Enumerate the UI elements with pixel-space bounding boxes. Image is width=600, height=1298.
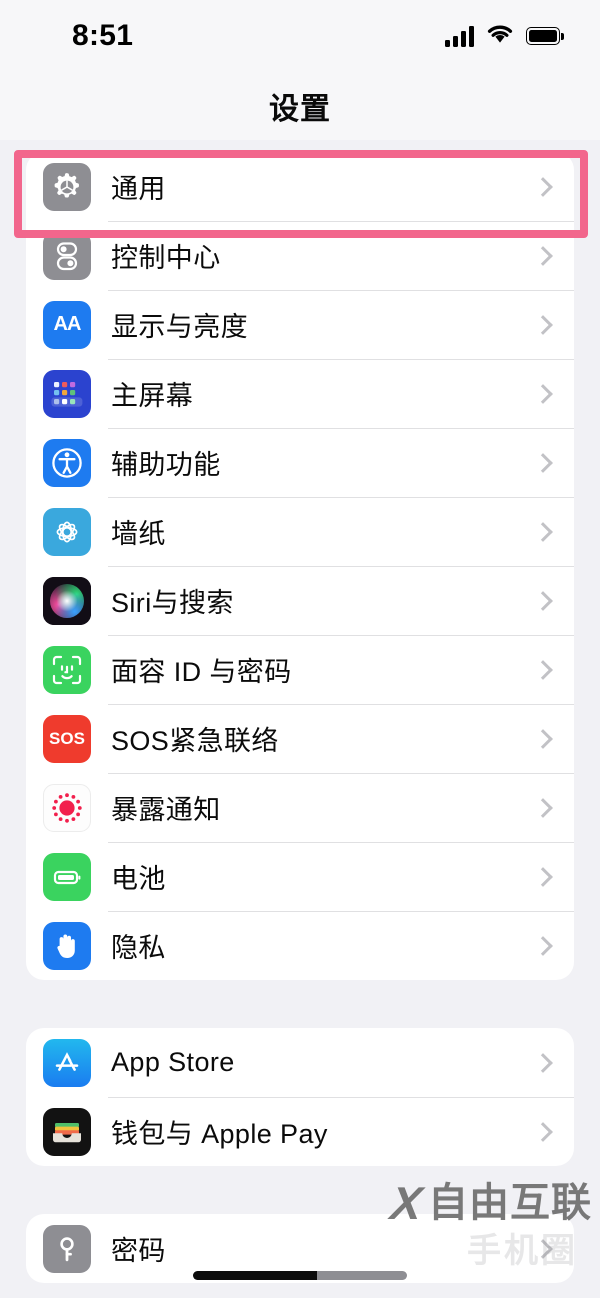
chevron-right-icon — [533, 245, 553, 266]
control-center-icon — [43, 231, 91, 280]
settings-row-general[interactable]: 通用 — [26, 152, 574, 221]
face-id-icon — [43, 645, 91, 694]
page-title: 设置 — [0, 72, 600, 140]
settings-row-display-brightness[interactable]: AA 显示与亮度 — [26, 290, 574, 359]
home-indicator[interactable] — [193, 1271, 407, 1280]
gear-icon — [43, 162, 91, 211]
chevron-right-icon — [533, 176, 553, 197]
settings-row-emergency-sos[interactable]: SOS SOS紧急联络 — [26, 704, 574, 773]
battery-icon — [43, 852, 91, 901]
display-aa-icon: AA — [43, 300, 91, 349]
home-screen-icon — [43, 369, 91, 418]
settings-row-label: 暴露通知 — [111, 795, 221, 825]
settings-row-siri-search[interactable]: Siri与搜索 — [26, 566, 574, 635]
accessibility-icon — [43, 438, 91, 487]
watermark-subtext: 手机圈 — [467, 1232, 578, 1270]
settings-row-accessibility[interactable]: 辅助功能 — [26, 428, 574, 497]
settings-row-label: 电池 — [111, 864, 166, 894]
settings-row-label: 通用 — [111, 174, 166, 204]
iphone-settings-screen: 8:51 设置 通用 控制中心 AA 显示与亮度 主屏幕 辅助功能 墙纸 Sir… — [0, 0, 600, 1298]
settings-row-label: 墙纸 — [111, 519, 166, 549]
key-icon — [43, 1224, 91, 1273]
battery-full-icon — [526, 27, 564, 45]
settings-row-battery[interactable]: 电池 — [26, 842, 574, 911]
settings-list[interactable]: 通用 控制中心 AA 显示与亮度 主屏幕 辅助功能 墙纸 Siri与搜索 面容 … — [0, 140, 600, 1298]
chevron-right-icon — [533, 521, 553, 542]
chevron-right-icon — [533, 866, 553, 887]
settings-row-face-id-passcode[interactable]: 面容 ID 与密码 — [26, 635, 574, 704]
chevron-right-icon — [533, 659, 553, 680]
sos-icon: SOS — [43, 714, 91, 763]
cellular-bars-icon — [445, 25, 474, 47]
chevron-right-icon — [533, 935, 553, 956]
chevron-right-icon — [533, 797, 553, 818]
chevron-right-icon — [533, 383, 553, 404]
chevron-right-icon — [533, 1052, 553, 1073]
settings-row-label: 辅助功能 — [111, 450, 221, 480]
settings-row-label: 钱包与 Apple Pay — [111, 1119, 328, 1149]
chevron-right-icon — [533, 314, 553, 335]
wifi-icon — [486, 23, 514, 49]
app-store-icon — [43, 1038, 91, 1087]
wallet-icon — [43, 1107, 91, 1156]
settings-row-label: 面容 ID 与密码 — [111, 657, 292, 687]
settings-row-home-screen[interactable]: 主屏幕 — [26, 359, 574, 428]
home-indicator-dark-segment — [193, 1271, 318, 1280]
siri-icon — [43, 576, 91, 625]
settings-row-label: 隐私 — [111, 933, 166, 963]
status-bar: 8:51 — [0, 0, 600, 72]
exposure-notification-icon — [43, 783, 91, 832]
status-bar-icons — [445, 23, 564, 49]
settings-row-exposure-notifications[interactable]: 暴露通知 — [26, 773, 574, 842]
watermark-logo: X 自由互联 — [388, 1177, 592, 1229]
settings-row-app-store[interactable]: App Store — [26, 1028, 574, 1097]
wallpaper-icon — [43, 507, 91, 556]
settings-row-label: 主屏幕 — [111, 381, 194, 411]
settings-row-privacy[interactable]: 隐私 — [26, 911, 574, 980]
settings-row-label: App Store — [111, 1047, 235, 1077]
settings-group-store: App Store 钱包与 Apple Pay — [26, 1028, 574, 1166]
chevron-right-icon — [533, 590, 553, 611]
watermark-text: 自由互联 — [428, 1181, 592, 1225]
settings-row-label: Siri与搜索 — [111, 588, 234, 618]
settings-row-label: 控制中心 — [111, 243, 221, 273]
privacy-hand-icon — [43, 921, 91, 970]
settings-row-label: SOS紧急联络 — [111, 726, 279, 756]
settings-group-system: 通用 控制中心 AA 显示与亮度 主屏幕 辅助功能 墙纸 Siri与搜索 面容 … — [26, 152, 574, 980]
home-indicator-light-segment — [317, 1271, 407, 1280]
settings-row-wallet-apple-pay[interactable]: 钱包与 Apple Pay — [26, 1097, 574, 1166]
status-bar-time: 8:51 — [72, 19, 134, 52]
chevron-right-icon — [533, 728, 553, 749]
settings-row-wallpaper[interactable]: 墙纸 — [26, 497, 574, 566]
chevron-right-icon — [533, 1121, 553, 1142]
settings-row-control-center[interactable]: 控制中心 — [26, 221, 574, 290]
watermark-x-mark: X — [388, 1177, 425, 1229]
chevron-right-icon — [533, 452, 553, 473]
settings-row-label: 显示与亮度 — [111, 312, 248, 342]
